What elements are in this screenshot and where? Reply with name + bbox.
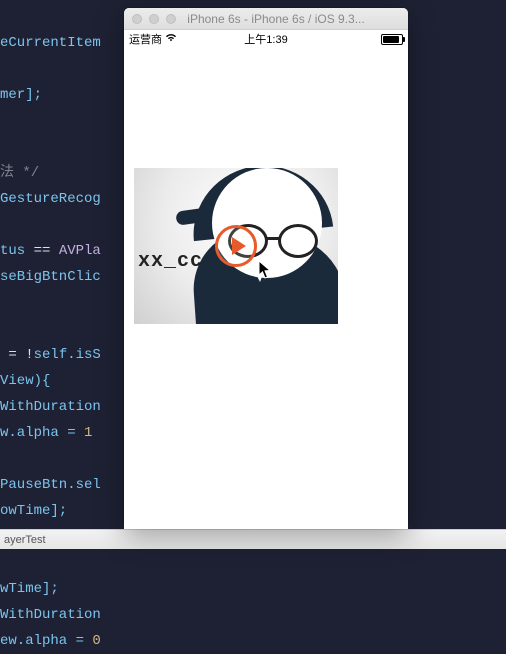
- code-frag: tus: [0, 243, 25, 259]
- code-frag: sel: [76, 477, 101, 493]
- code-frag: ew.alpha =: [0, 633, 92, 649]
- code-frag: */: [14, 165, 39, 181]
- code-frag: seBigBtnClic: [0, 269, 101, 285]
- battery-icon: [381, 34, 403, 45]
- play-button[interactable]: [215, 225, 257, 267]
- close-icon[interactable]: [132, 14, 142, 24]
- code-frag: 0: [92, 633, 100, 649]
- code-frag: wTime];: [0, 581, 59, 597]
- code-frag: View){: [0, 373, 50, 389]
- code-frag: WithDuration: [0, 399, 101, 415]
- simulator-window[interactable]: iPhone 6s - iPhone 6s / iOS 9.3... 运营商 上…: [124, 8, 408, 528]
- code-frag: AVPla: [59, 243, 101, 259]
- code-frag: PauseBtn.: [0, 477, 76, 493]
- code-frag: = !: [0, 347, 34, 363]
- code-frag: mer];: [0, 87, 42, 103]
- poster-handle-text: xx_cc: [138, 250, 203, 273]
- status-time: 上午1:39: [124, 31, 408, 47]
- breadcrumb-item: ayerTest: [4, 534, 46, 546]
- phone-content[interactable]: xx_cc: [124, 48, 408, 529]
- simulator-title: iPhone 6s - iPhone 6s / iOS 9.3...: [144, 12, 408, 26]
- code-frag: ==: [25, 243, 59, 259]
- code-frag: .isS: [67, 347, 101, 363]
- video-placeholder[interactable]: xx_cc: [134, 168, 338, 324]
- code-frag: w.alpha =: [0, 425, 84, 441]
- code-frag: eCurrentItem: [0, 35, 101, 51]
- ios-status-bar: 运营商 上午1:39: [124, 30, 408, 48]
- xcode-breadcrumb[interactable]: ayerTest: [0, 529, 506, 549]
- code-frag: WithDuration: [0, 607, 101, 623]
- code-frag: 法: [0, 165, 14, 181]
- simulator-titlebar[interactable]: iPhone 6s - iPhone 6s / iOS 9.3...: [124, 8, 408, 30]
- code-frag: GestureRecog: [0, 191, 101, 207]
- code-frag: 1: [84, 425, 92, 441]
- code-frag: self: [34, 347, 68, 363]
- code-frag: owTime];: [0, 503, 67, 519]
